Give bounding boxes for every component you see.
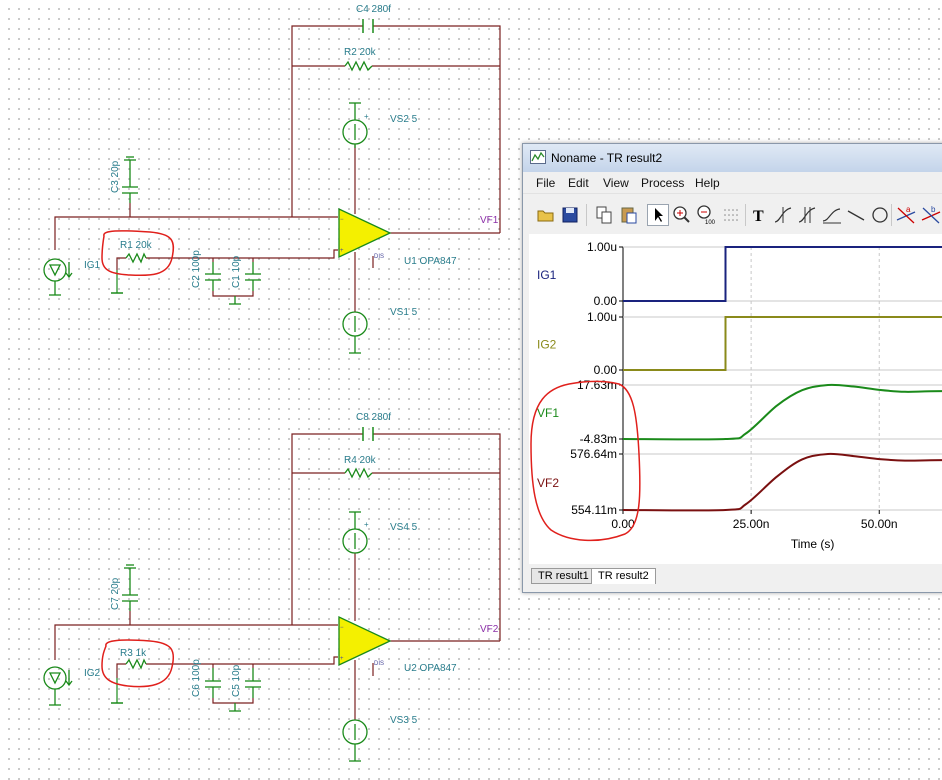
result-tabs: TR result1 TR result2: [529, 566, 942, 586]
tab-tr-result1[interactable]: TR result1: [531, 568, 596, 584]
ig1-label: IG1: [84, 260, 101, 271]
vf1-net-label: VF1: [480, 215, 499, 226]
vf2-net-label: VF2: [480, 624, 499, 635]
svg-text:+: +: [340, 656, 344, 662]
pointer-icon[interactable]: [647, 204, 669, 226]
c6-label: C6 100p: [191, 659, 202, 697]
ig2-label: IG2: [84, 668, 101, 679]
y-tick-label-vf1-bottom: -4.83m: [580, 432, 617, 446]
c5-label: C5 10p: [231, 664, 242, 697]
paste-icon[interactable]: [618, 204, 640, 226]
series-label-vf2: VF2: [537, 476, 559, 490]
menu-edit[interactable]: Edit: [568, 176, 589, 190]
r2-label: R2 20k: [344, 47, 377, 58]
menu-bar: File Edit View Process Help: [523, 172, 942, 193]
save-disk-icon[interactable]: [559, 204, 581, 226]
series-curve-ig1: [623, 246, 942, 302]
svg-text:a: a: [906, 205, 911, 214]
menu-help[interactable]: Help: [695, 176, 720, 190]
circle-tool-icon[interactable]: [869, 204, 891, 226]
y-tick-label-ig1-bottom: 0.00: [594, 294, 618, 308]
series-label-ig1: IG1: [537, 268, 557, 282]
red-annotation-r1: [101, 230, 175, 277]
svg-text:−: −: [340, 625, 344, 631]
u1-label: U1 OPA847: [404, 256, 457, 267]
plot-labels: 1.00u 0.00 IG1 1.00u 0.00 IG2 17.63m -4.83m VF1 5…: [537, 240, 898, 551]
window-titlebar[interactable]: Noname - TR result2: [523, 144, 942, 172]
opamp-pin-label: DIS: [374, 254, 384, 260]
window-title: Noname - TR result2: [551, 151, 663, 165]
tab-tr-result2[interactable]: TR result2: [591, 568, 656, 584]
svg-text:b: b: [931, 205, 936, 214]
menu-process[interactable]: Process: [641, 176, 684, 190]
c7-label: C7 20p: [110, 577, 121, 610]
zoom-in-icon[interactable]: [671, 204, 693, 226]
series-label-vf1: VF1: [537, 406, 559, 420]
c2-label: C2 100p: [191, 250, 202, 288]
vs4-label: VS4 5: [390, 522, 418, 533]
c8-label: C8 280f: [356, 412, 391, 423]
x-tick-label-2: 50.00n: [861, 517, 898, 531]
zoom-out-100-icon[interactable]: 100: [695, 204, 717, 226]
cursor-b-icon[interactable]: [797, 204, 819, 226]
svg-text:+: +: [364, 112, 369, 121]
line-tool-icon[interactable]: [845, 204, 867, 226]
cursor-a-icon[interactable]: [773, 204, 795, 226]
vs3-label: VS3 5: [390, 715, 418, 726]
u2-label: U2 OPA847: [404, 663, 457, 674]
series-label-ig2: IG2: [537, 338, 557, 352]
y-tick-label-ig2-top: 1.00u: [587, 310, 617, 324]
series-curve-vf2: [622, 452, 942, 512]
vs1-label: VS1 5: [390, 307, 418, 318]
result-window[interactable]: Noname - TR result2 File Edit View Proce…: [522, 143, 942, 593]
r3-label: R3 1k: [120, 648, 147, 659]
y-tick-label-ig1-top: 1.00u: [587, 240, 617, 254]
c3-label: C3 20p: [110, 160, 121, 193]
c4-label: C4 280f: [356, 4, 391, 15]
menu-view[interactable]: View: [603, 176, 629, 190]
grid-icon[interactable]: [720, 204, 742, 226]
graph-app-icon: [530, 150, 546, 164]
plot-curves: [622, 246, 942, 512]
r1-label: R1 20k: [120, 240, 153, 251]
toolbar: 100 T a b: [523, 193, 942, 234]
transient-plot[interactable]: 1.00u 0.00 IG1 1.00u 0.00 IG2 17.63m -4.83m VF1 5…: [529, 234, 942, 564]
x-axis-label: Time (s): [791, 537, 835, 551]
text-tool-icon[interactable]: T: [749, 204, 771, 226]
svg-text:T: T: [753, 208, 764, 225]
y-tick-label-vf2-top: 576.64m: [570, 447, 617, 461]
marker-b-icon[interactable]: b: [920, 204, 942, 226]
svg-text:100: 100: [705, 220, 716, 226]
y-tick-label-ig2-bottom: 0.00: [594, 363, 618, 377]
r4-label: R4 20k: [344, 455, 377, 466]
menu-file[interactable]: File: [536, 176, 555, 190]
x-tick-label-1: 25.00n: [733, 517, 770, 531]
copy-icon[interactable]: [593, 204, 615, 226]
opamp-pin-label: DIS: [374, 661, 384, 667]
series-curve-vf1: [622, 383, 942, 441]
fit-curve-icon[interactable]: [821, 204, 843, 226]
series-curve-ig2: [623, 316, 942, 371]
vs2-label: VS2 5: [390, 114, 418, 125]
svg-text:+: +: [364, 520, 369, 529]
plot-area[interactable]: 1.00u 0.00 IG1 1.00u 0.00 IG2 17.63m -4.83m VF1 5…: [529, 234, 942, 564]
open-folder-icon[interactable]: [535, 204, 557, 226]
marker-a-icon[interactable]: a: [895, 204, 917, 226]
y-tick-label-vf1-top: 17.63m: [577, 378, 617, 392]
svg-text:+: +: [340, 248, 344, 254]
circuit-2: − + DIS C8 280f R4 20k C7 20p R3 1k IG2 …: [43, 412, 501, 762]
svg-text:−: −: [340, 217, 344, 223]
circuit-1: − + DIS C4 280f R2 20k C3 20p R1 20k IG1…: [43, 4, 501, 354]
c1-label: C1 10p: [231, 255, 242, 288]
y-tick-label-vf2-bottom: 554.11m: [571, 503, 617, 517]
